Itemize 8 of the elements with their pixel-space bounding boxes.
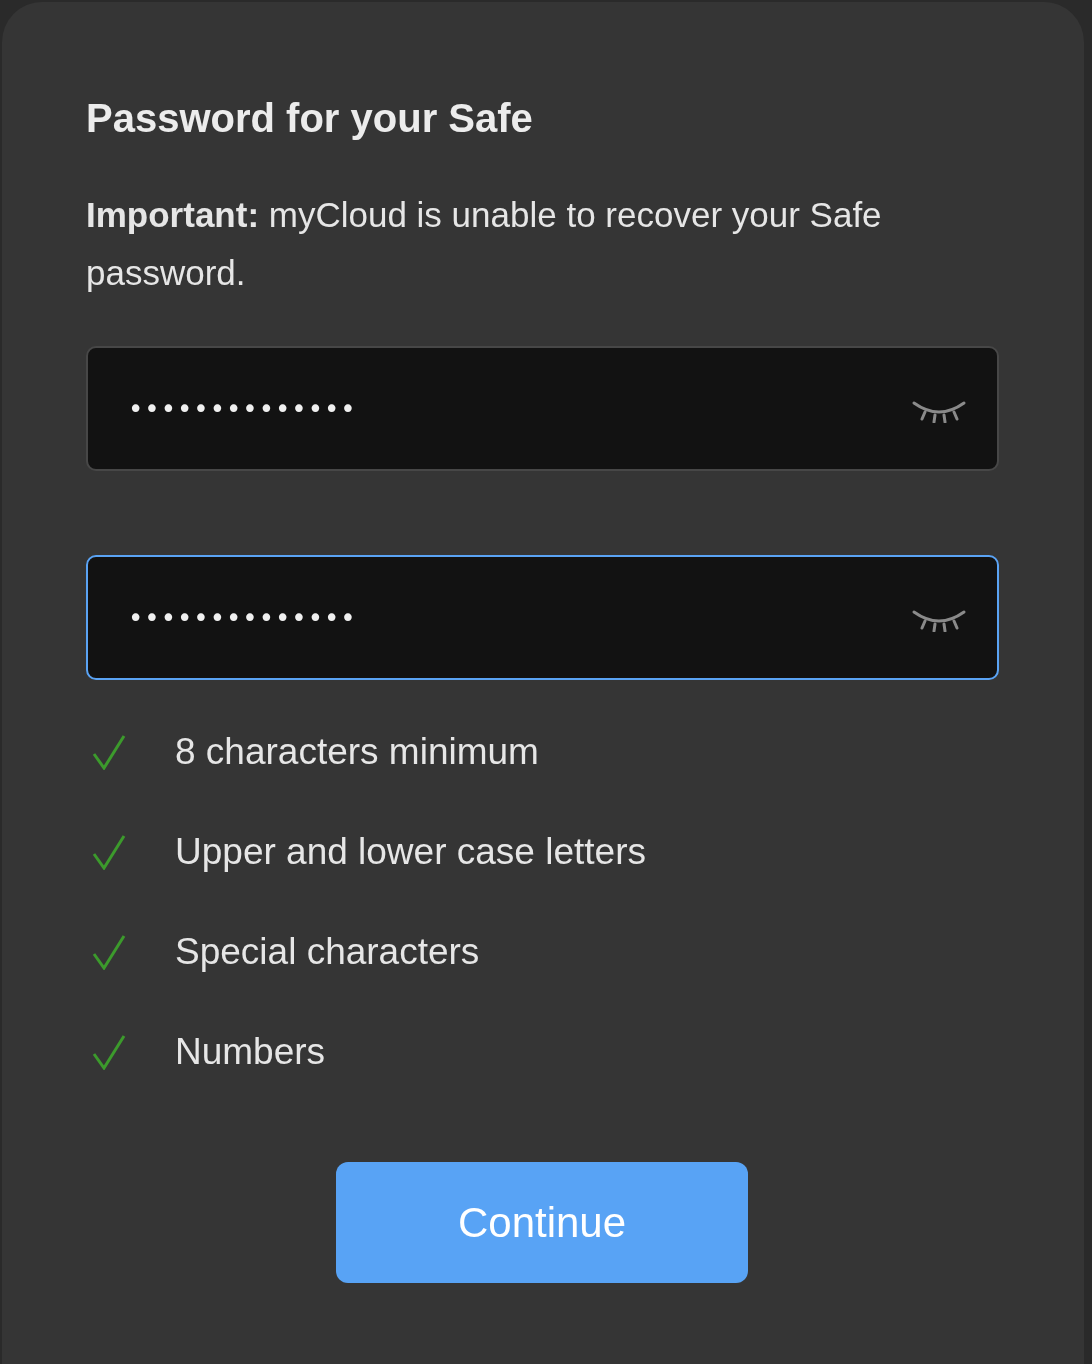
requirement-text: 8 characters minimum: [175, 731, 539, 773]
password-field[interactable]: ••••••••••••••: [86, 555, 999, 680]
dialog-title: Password for your Safe: [86, 95, 534, 142]
requirement-text: Upper and lower case letters: [175, 831, 646, 873]
password-field[interactable]: ••••••••••••••: [86, 346, 999, 471]
requirement-text: Special characters: [175, 931, 480, 973]
requirement-text: Numbers: [175, 1031, 326, 1073]
notice-text: Important: myCloud is unable to recover your Safe password.: [86, 194, 883, 294]
